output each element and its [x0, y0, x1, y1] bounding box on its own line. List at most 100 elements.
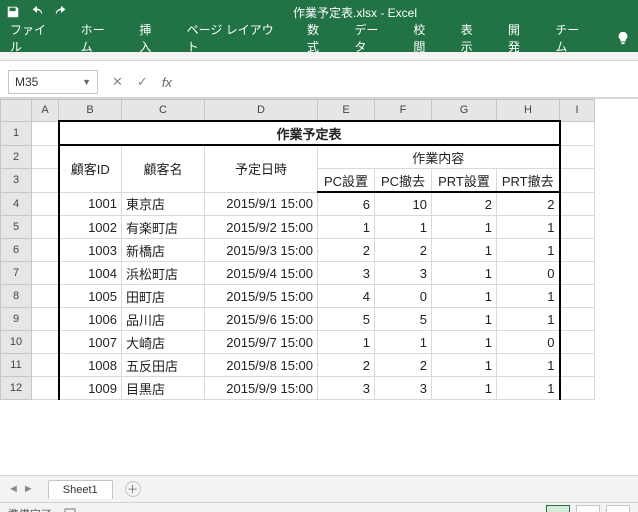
cell-v1[interactable]: 0 — [375, 285, 432, 308]
cell-id[interactable]: 1002 — [59, 216, 122, 239]
header-work-group[interactable]: 作業内容 — [318, 145, 560, 169]
tab-view[interactable]: 表示 — [459, 17, 486, 59]
cell-v2[interactable]: 1 — [432, 262, 497, 285]
cell-datetime[interactable]: 2015/9/1 15:00 — [205, 192, 318, 216]
row-header[interactable]: 6 — [1, 239, 32, 262]
col-header[interactable]: G — [432, 100, 497, 122]
tab-file[interactable]: ファイル — [8, 17, 59, 59]
cell-v2[interactable]: 1 — [432, 354, 497, 377]
row-header[interactable]: 12 — [1, 377, 32, 400]
cell-id[interactable]: 1003 — [59, 239, 122, 262]
cell-v0[interactable]: 5 — [318, 308, 375, 331]
cell-v1[interactable]: 2 — [375, 239, 432, 262]
row-header[interactable]: 7 — [1, 262, 32, 285]
cell[interactable] — [32, 216, 59, 239]
cell-v3[interactable]: 0 — [497, 331, 560, 354]
cell[interactable] — [560, 192, 595, 216]
header-customer-id[interactable]: 顧客ID — [59, 145, 122, 192]
cell-id[interactable]: 1005 — [59, 285, 122, 308]
cell-v2[interactable]: 2 — [432, 192, 497, 216]
cell-v0[interactable]: 2 — [318, 354, 375, 377]
cell[interactable] — [32, 121, 59, 145]
cell[interactable] — [32, 308, 59, 331]
tab-insert[interactable]: 挿入 — [137, 17, 164, 59]
cell[interactable] — [32, 377, 59, 400]
cell[interactable] — [560, 239, 595, 262]
chevron-down-icon[interactable]: ▼ — [82, 77, 91, 87]
cell-v2[interactable]: 1 — [432, 239, 497, 262]
col-header[interactable]: F — [375, 100, 432, 122]
view-normal-button[interactable] — [546, 505, 570, 512]
header-pc-install[interactable]: PC設置 — [318, 169, 375, 193]
cancel-icon[interactable]: ✕ — [112, 74, 123, 90]
row-header[interactable]: 8 — [1, 285, 32, 308]
cell[interactable] — [560, 169, 595, 193]
header-scheduled[interactable]: 予定日時 — [205, 145, 318, 192]
name-box[interactable]: M35 ▼ — [8, 70, 98, 94]
cell[interactable] — [32, 192, 59, 216]
cell-v3[interactable]: 1 — [497, 308, 560, 331]
cell-name[interactable]: 目黒店 — [122, 377, 205, 400]
select-all-cell[interactable] — [1, 100, 32, 122]
col-header[interactable]: D — [205, 100, 318, 122]
cell-v0[interactable]: 6 — [318, 192, 375, 216]
cell-v0[interactable]: 3 — [318, 377, 375, 400]
cell-v1[interactable]: 1 — [375, 216, 432, 239]
cell-datetime[interactable]: 2015/9/6 15:00 — [205, 308, 318, 331]
view-page-layout-button[interactable] — [576, 505, 600, 512]
row-header[interactable]: 2 — [1, 145, 32, 169]
cell-datetime[interactable]: 2015/9/4 15:00 — [205, 262, 318, 285]
header-prt-remove[interactable]: PRT撤去 — [497, 169, 560, 193]
cell-v3[interactable]: 1 — [497, 216, 560, 239]
cell[interactable] — [32, 262, 59, 285]
view-page-break-button[interactable] — [606, 505, 630, 512]
cell[interactable] — [32, 331, 59, 354]
cell-v3[interactable]: 0 — [497, 262, 560, 285]
row-header[interactable]: 5 — [1, 216, 32, 239]
cell-v3[interactable]: 1 — [497, 354, 560, 377]
tab-dev[interactable]: 開発 — [506, 17, 533, 59]
cell-name[interactable]: 有楽町店 — [122, 216, 205, 239]
cell-v1[interactable]: 2 — [375, 354, 432, 377]
cell-v2[interactable]: 1 — [432, 331, 497, 354]
cell-v0[interactable]: 1 — [318, 216, 375, 239]
cell-v0[interactable]: 4 — [318, 285, 375, 308]
cell-id[interactable]: 1001 — [59, 192, 122, 216]
cell-name[interactable]: 東京店 — [122, 192, 205, 216]
row-header[interactable]: 1 — [1, 121, 32, 145]
cell-id[interactable]: 1004 — [59, 262, 122, 285]
tab-team[interactable]: チーム — [553, 17, 592, 59]
cell[interactable] — [32, 169, 59, 193]
cell-v1[interactable]: 1 — [375, 331, 432, 354]
cell-datetime[interactable]: 2015/9/5 15:00 — [205, 285, 318, 308]
cell-name[interactable]: 新橋店 — [122, 239, 205, 262]
cell-v1[interactable]: 10 — [375, 192, 432, 216]
cell[interactable] — [32, 145, 59, 169]
header-prt-install[interactable]: PRT設置 — [432, 169, 497, 193]
cell[interactable] — [560, 308, 595, 331]
cell-v3[interactable]: 1 — [497, 285, 560, 308]
cell[interactable] — [560, 354, 595, 377]
cell-datetime[interactable]: 2015/9/9 15:00 — [205, 377, 318, 400]
cell-id[interactable]: 1008 — [59, 354, 122, 377]
cell-name[interactable]: 大崎店 — [122, 331, 205, 354]
cell-name[interactable]: 田町店 — [122, 285, 205, 308]
cell-v0[interactable]: 2 — [318, 239, 375, 262]
row-header[interactable]: 10 — [1, 331, 32, 354]
cell[interactable] — [560, 285, 595, 308]
header-customer-name[interactable]: 顧客名 — [122, 145, 205, 192]
cell-id[interactable]: 1007 — [59, 331, 122, 354]
macro-record-icon[interactable] — [64, 508, 76, 512]
col-header[interactable]: B — [59, 100, 122, 122]
cell-datetime[interactable]: 2015/9/7 15:00 — [205, 331, 318, 354]
cell-v1[interactable]: 3 — [375, 262, 432, 285]
tab-data[interactable]: データ — [352, 17, 391, 59]
cell-datetime[interactable]: 2015/9/8 15:00 — [205, 354, 318, 377]
header-pc-remove[interactable]: PC撤去 — [375, 169, 432, 193]
cell-id[interactable]: 1006 — [59, 308, 122, 331]
cell-v2[interactable]: 1 — [432, 308, 497, 331]
row-header[interactable]: 11 — [1, 354, 32, 377]
cell-id[interactable]: 1009 — [59, 377, 122, 400]
cell[interactable] — [560, 145, 595, 169]
tab-formula[interactable]: 数式 — [305, 17, 332, 59]
